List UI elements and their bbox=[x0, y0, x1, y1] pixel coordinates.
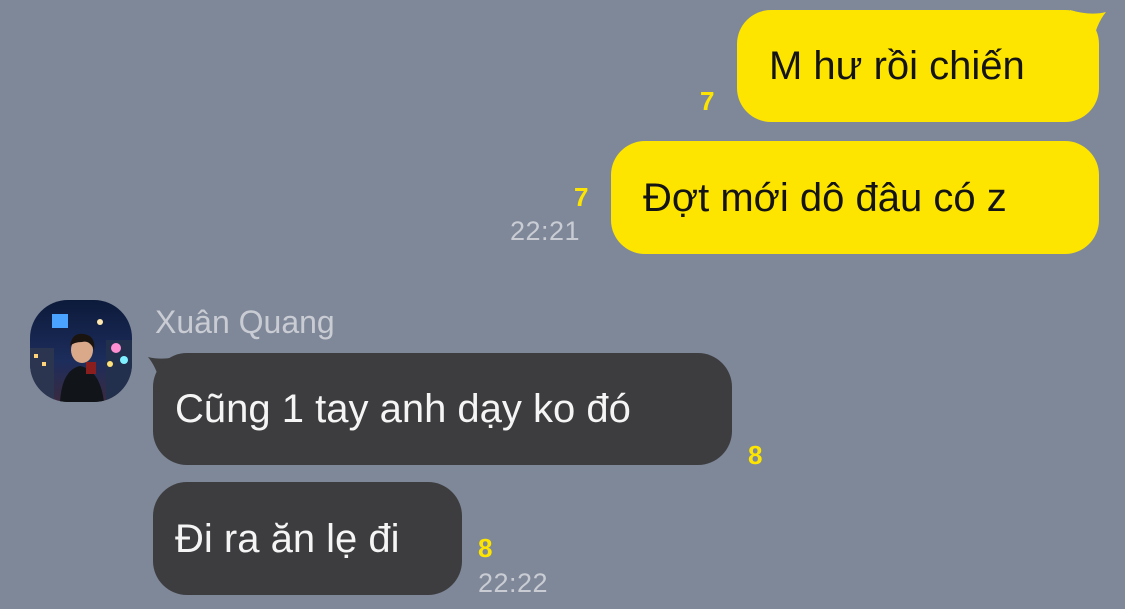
sender-name: Xuân Quang bbox=[155, 304, 335, 340]
message-bubble-incoming[interactable]: Đi ra ăn lẹ đi bbox=[153, 482, 462, 595]
unread-count: 8 bbox=[748, 440, 763, 470]
message-bubble-incoming[interactable]: Cũng 1 tay anh dạy ko đó bbox=[153, 353, 732, 465]
unread-count: 7 bbox=[700, 86, 715, 116]
message-text: Cũng 1 tay anh dạy ko đó bbox=[175, 387, 631, 431]
message-text: Đi ra ăn lẹ đi bbox=[175, 516, 400, 561]
unread-count: 8 bbox=[478, 533, 493, 563]
message-text: Đợt mới dô đâu có z bbox=[643, 175, 1007, 220]
unread-count: 7 bbox=[574, 182, 589, 212]
message-timestamp: 22:22 bbox=[478, 568, 549, 598]
message-timestamp: 22:21 bbox=[510, 216, 581, 246]
message-text: M hư rồi chiến bbox=[769, 44, 1025, 88]
avatar-photo bbox=[30, 300, 132, 402]
message-bubble-outgoing[interactable]: Đợt mới dô đâu có z bbox=[611, 141, 1099, 254]
avatar[interactable] bbox=[30, 300, 132, 402]
message-bubble-outgoing[interactable]: M hư rồi chiến bbox=[737, 10, 1099, 122]
